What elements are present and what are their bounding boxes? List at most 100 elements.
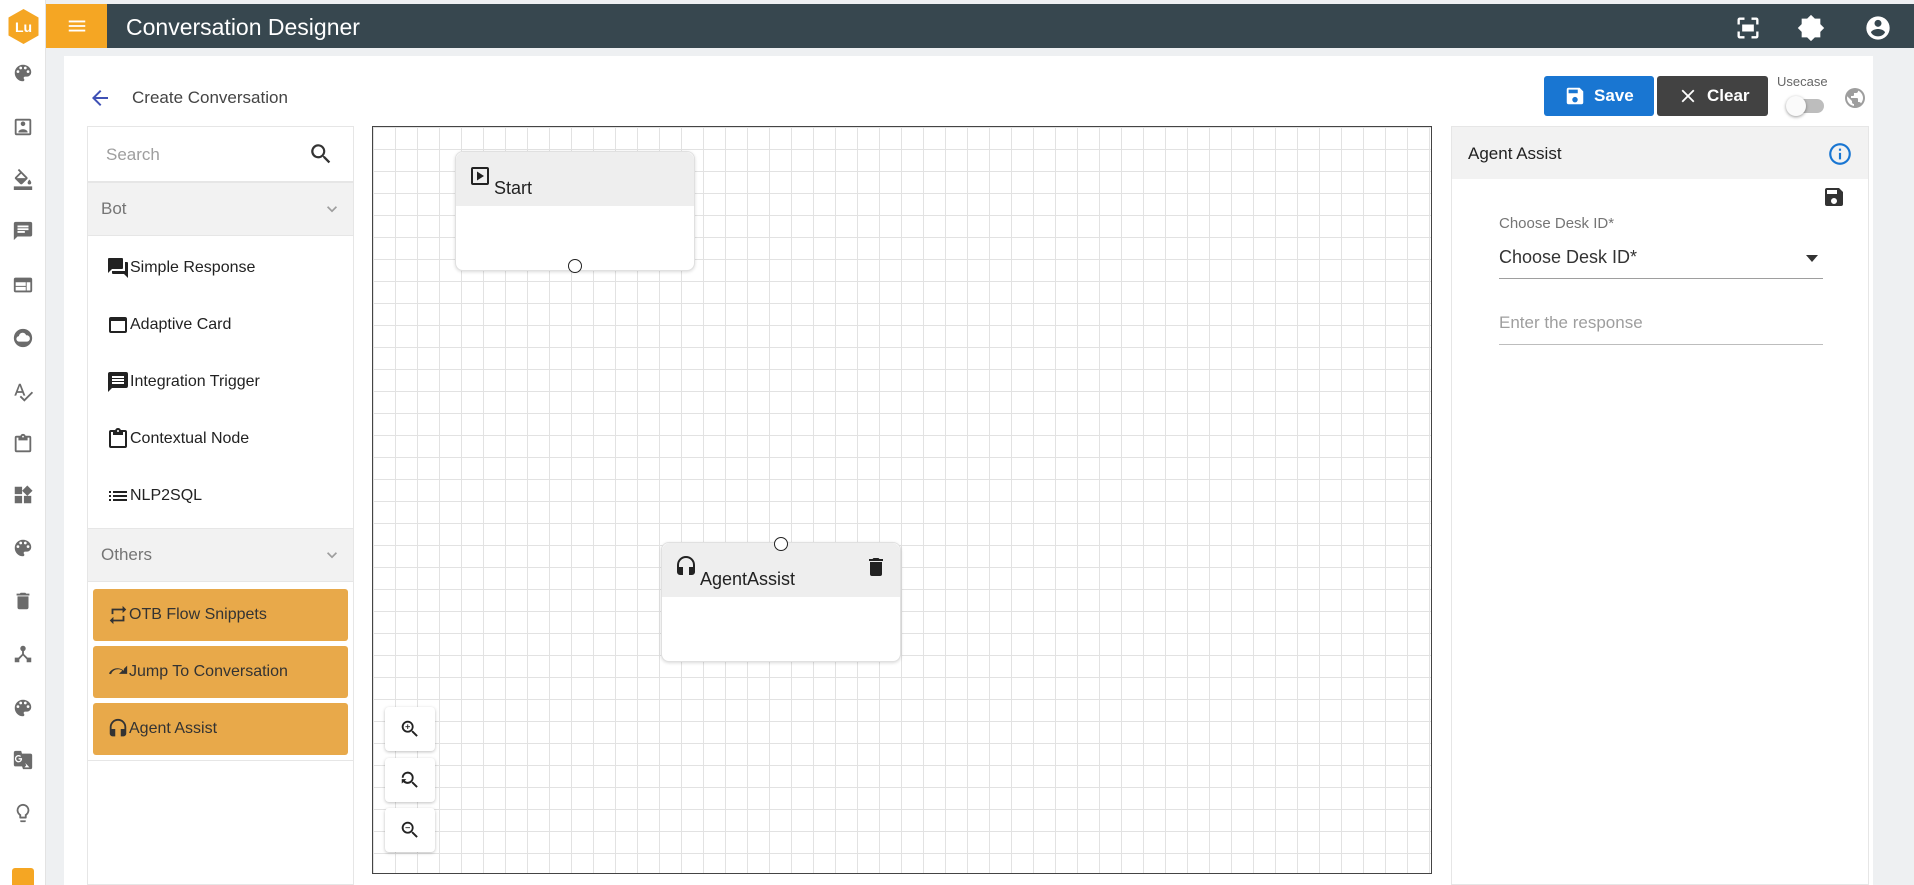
color-palette-icon[interactable]: [12, 697, 34, 719]
zoom-reset-button[interactable]: [385, 758, 435, 802]
add-icon[interactable]: [12, 868, 34, 885]
usecase-toggle[interactable]: [1786, 95, 1824, 116]
save-icon[interactable]: [1822, 185, 1846, 209]
palette-item-otb-flow-snippets[interactable]: OTB Flow Snippets: [93, 589, 348, 641]
lu-logo[interactable]: Lu: [7, 8, 40, 45]
palette-item-label: Simple Response: [130, 259, 256, 276]
palette-search: [88, 127, 353, 182]
properties-panel: Agent Assist Choose Desk ID* Choose Desk…: [1451, 126, 1869, 885]
hub-icon[interactable]: [12, 643, 34, 665]
palette-item-integration-trigger[interactable]: Integration Trigger: [106, 362, 260, 402]
chat-icon[interactable]: [12, 220, 34, 242]
node-output-port[interactable]: [568, 259, 582, 273]
globe-icon[interactable]: [1843, 86, 1867, 110]
translate-icon[interactable]: [12, 749, 34, 771]
toggle-knob: [1786, 96, 1806, 116]
fullscreen-icon[interactable]: [1734, 14, 1762, 42]
section-bot[interactable]: Bot: [88, 182, 353, 236]
chevron-down-icon: [322, 545, 342, 565]
palette-item-label: Integration Trigger: [130, 373, 260, 390]
message-icon: [108, 372, 128, 392]
palette-item-label: OTB Flow Snippets: [129, 606, 267, 623]
settings-icon[interactable]: [1797, 14, 1825, 42]
zoom-out-button[interactable]: [385, 808, 435, 852]
palette-item-label: Contextual Node: [130, 430, 250, 447]
clipboard-icon[interactable]: [12, 433, 34, 455]
palette-item-label: Adaptive Card: [130, 316, 232, 333]
list-icon: [109, 491, 127, 501]
flow-node-agentassist[interactable]: AgentAssist: [661, 537, 901, 662]
close-icon: [1681, 89, 1695, 103]
contact-icon[interactable]: [12, 116, 34, 138]
properties-header: Agent Assist: [1452, 127, 1868, 179]
web-asset-icon: [109, 317, 127, 333]
play-box-icon: [468, 164, 492, 188]
cloud-icon[interactable]: [12, 327, 34, 349]
save-button[interactable]: Save: [1544, 76, 1654, 116]
lightbulb-icon[interactable]: [12, 802, 34, 824]
headset-icon: [109, 718, 127, 737]
app-header: Conversation Designer: [46, 4, 1914, 48]
search-icon[interactable]: [308, 141, 334, 167]
clipboard-icon: [109, 428, 127, 448]
palette-item-nlp2sql[interactable]: NLP2SQL: [106, 476, 202, 516]
redo-icon: [108, 665, 128, 675]
palette-item-label: Agent Assist: [129, 720, 218, 737]
zoom-reset-icon: [401, 771, 418, 788]
web-icon[interactable]: [12, 274, 34, 296]
palette-divider: [88, 760, 353, 761]
headset-icon: [674, 555, 698, 579]
spellcheck-icon[interactable]: [12, 381, 34, 403]
node-input-port[interactable]: [774, 537, 788, 551]
desk-id-label: Choose Desk ID*: [1499, 215, 1615, 232]
flow-canvas[interactable]: Start AgentAssist: [372, 126, 1432, 874]
account-icon[interactable]: [1864, 14, 1892, 42]
palette-item-simple-response[interactable]: Simple Response: [106, 248, 255, 288]
zoom-in-button[interactable]: [385, 707, 435, 751]
repeat-icon: [109, 605, 127, 625]
desk-id-select[interactable]: Choose Desk ID*: [1499, 239, 1823, 279]
palette-item-contextual-node[interactable]: Contextual Node: [106, 419, 249, 459]
info-icon[interactable]: [1827, 141, 1853, 167]
save-button-label: Save: [1594, 86, 1634, 105]
desk-id-value: Choose Desk ID*: [1499, 247, 1638, 267]
zoom-out-icon: [401, 821, 418, 838]
format-paint-icon[interactable]: [12, 168, 34, 190]
svg-text:Lu: Lu: [15, 19, 32, 35]
palette-item-adaptive-card[interactable]: Adaptive Card: [106, 305, 231, 345]
palette-item-jump-to-conversation[interactable]: Jump To Conversation: [93, 646, 348, 698]
app-title: Conversation Designer: [126, 14, 360, 40]
properties-title: Agent Assist: [1468, 144, 1562, 163]
menu-button[interactable]: [46, 4, 107, 48]
trash-icon[interactable]: [12, 590, 34, 612]
back-arrow-icon[interactable]: [88, 86, 112, 110]
palette-item-label: NLP2SQL: [130, 487, 203, 504]
chevron-down-icon: [322, 199, 342, 219]
clear-button-label: Clear: [1707, 86, 1750, 105]
node-palette: Bot Simple Response Adaptive Card Integr…: [87, 126, 354, 885]
left-rail: Lu: [0, 0, 46, 885]
dashboard-icon[interactable]: [12, 484, 34, 506]
clear-button[interactable]: Clear: [1657, 76, 1768, 116]
menu-icon: [68, 20, 85, 32]
node-title: Start: [494, 178, 533, 198]
section-others-label: Others: [101, 545, 153, 564]
usecase-label: Usecase: [1777, 74, 1828, 89]
palette-item-label: Jump To Conversation: [129, 663, 288, 680]
node-title: AgentAssist: [700, 569, 796, 589]
palette-icon[interactable]: [12, 537, 34, 559]
page-title: Create Conversation: [132, 88, 288, 107]
response-field: [1499, 305, 1823, 345]
flow-node-start[interactable]: Start: [455, 151, 695, 273]
delete-icon[interactable]: [864, 555, 888, 579]
forum-icon: [108, 258, 128, 278]
search-input[interactable]: [106, 141, 306, 169]
save-icon: [1566, 87, 1584, 105]
response-input[interactable]: [1499, 305, 1823, 341]
palette-item-agent-assist[interactable]: Agent Assist: [93, 703, 348, 755]
zoom-in-icon: [401, 720, 418, 737]
section-bot-label: Bot: [101, 199, 127, 218]
section-others[interactable]: Others: [88, 528, 353, 582]
palette-icon[interactable]: [12, 62, 34, 84]
dropdown-arrow-icon: [1806, 255, 1818, 262]
